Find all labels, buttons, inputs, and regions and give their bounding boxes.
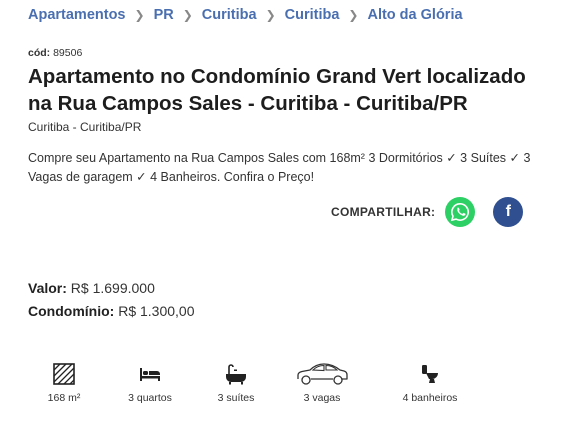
property-code-label: cód:	[28, 47, 51, 59]
breadcrumb-apartamentos[interactable]: Apartamentos	[28, 7, 126, 23]
feature-bedrooms-label: 3 quartos	[128, 392, 172, 404]
share-label: COMPARTILHAR:	[331, 205, 436, 219]
feature-area-label: 168 m²	[47, 392, 81, 404]
property-description: Compre seu Apartamento na Rua Campos Sal…	[28, 151, 531, 184]
breadcrumb-neighborhood[interactable]: Alto da Glória	[367, 7, 462, 23]
feature-bathrooms: 4 banheiros	[394, 360, 466, 404]
breadcrumb-state[interactable]: PR	[154, 7, 174, 23]
feature-parking-label: 3 vagas	[303, 392, 341, 404]
feature-parking: 3 vagas	[290, 360, 354, 404]
feature-bathrooms-label: 4 banheiros	[402, 392, 458, 404]
features-list: 168 m² 3 quartos 3 suítes 3 vagas 4 banh…	[20, 360, 500, 420]
condo-fee-row: Condomínio: R$ 1.300,00	[28, 300, 195, 323]
condo-fee-label: Condomínio:	[28, 302, 115, 319]
area-icon	[36, 360, 92, 388]
bed-icon	[118, 360, 182, 388]
breadcrumb: Apartamentos ❯ PR ❯ Curitiba ❯ Curitiba …	[28, 7, 463, 23]
whatsapp-icon	[451, 203, 470, 222]
feature-bedrooms: 3 quartos	[118, 360, 182, 404]
price-value: R$ 1.699.000	[70, 280, 155, 296]
property-code-value: 89506	[53, 47, 83, 59]
breadcrumb-city[interactable]: Curitiba	[285, 7, 340, 23]
price-label: Valor:	[28, 280, 67, 296]
toilet-icon	[394, 360, 466, 388]
chevron-right-icon: ❯	[182, 8, 193, 22]
property-code: cód: 89506	[28, 47, 82, 59]
price-row: Valor: R$ 1.699.000	[28, 277, 195, 300]
feature-area: 168 m²	[36, 360, 92, 404]
feature-suites: 3 suítes	[208, 360, 264, 404]
page-title: Apartamento no Condomínio Grand Vert loc…	[28, 65, 526, 115]
facebook-share-button[interactable]: f	[493, 197, 524, 227]
price-block: Valor: R$ 1.699.000 Condomínio: R$ 1.300…	[28, 277, 195, 322]
chevron-right-icon: ❯	[265, 8, 276, 22]
feature-suites-label: 3 suítes	[217, 392, 255, 404]
chevron-right-icon: ❯	[134, 8, 145, 22]
facebook-icon: f	[505, 203, 511, 220]
condo-fee-value: R$ 1.300,00	[118, 302, 195, 319]
breadcrumb-region[interactable]: Curitiba	[202, 7, 257, 23]
share-bar: COMPARTILHAR: f	[331, 197, 524, 227]
bathtub-icon	[208, 360, 264, 388]
property-location: Curitiba - Curitiba/PR	[28, 120, 142, 134]
car-icon	[290, 360, 354, 388]
whatsapp-share-button[interactable]	[445, 197, 476, 227]
chevron-right-icon: ❯	[348, 8, 359, 22]
